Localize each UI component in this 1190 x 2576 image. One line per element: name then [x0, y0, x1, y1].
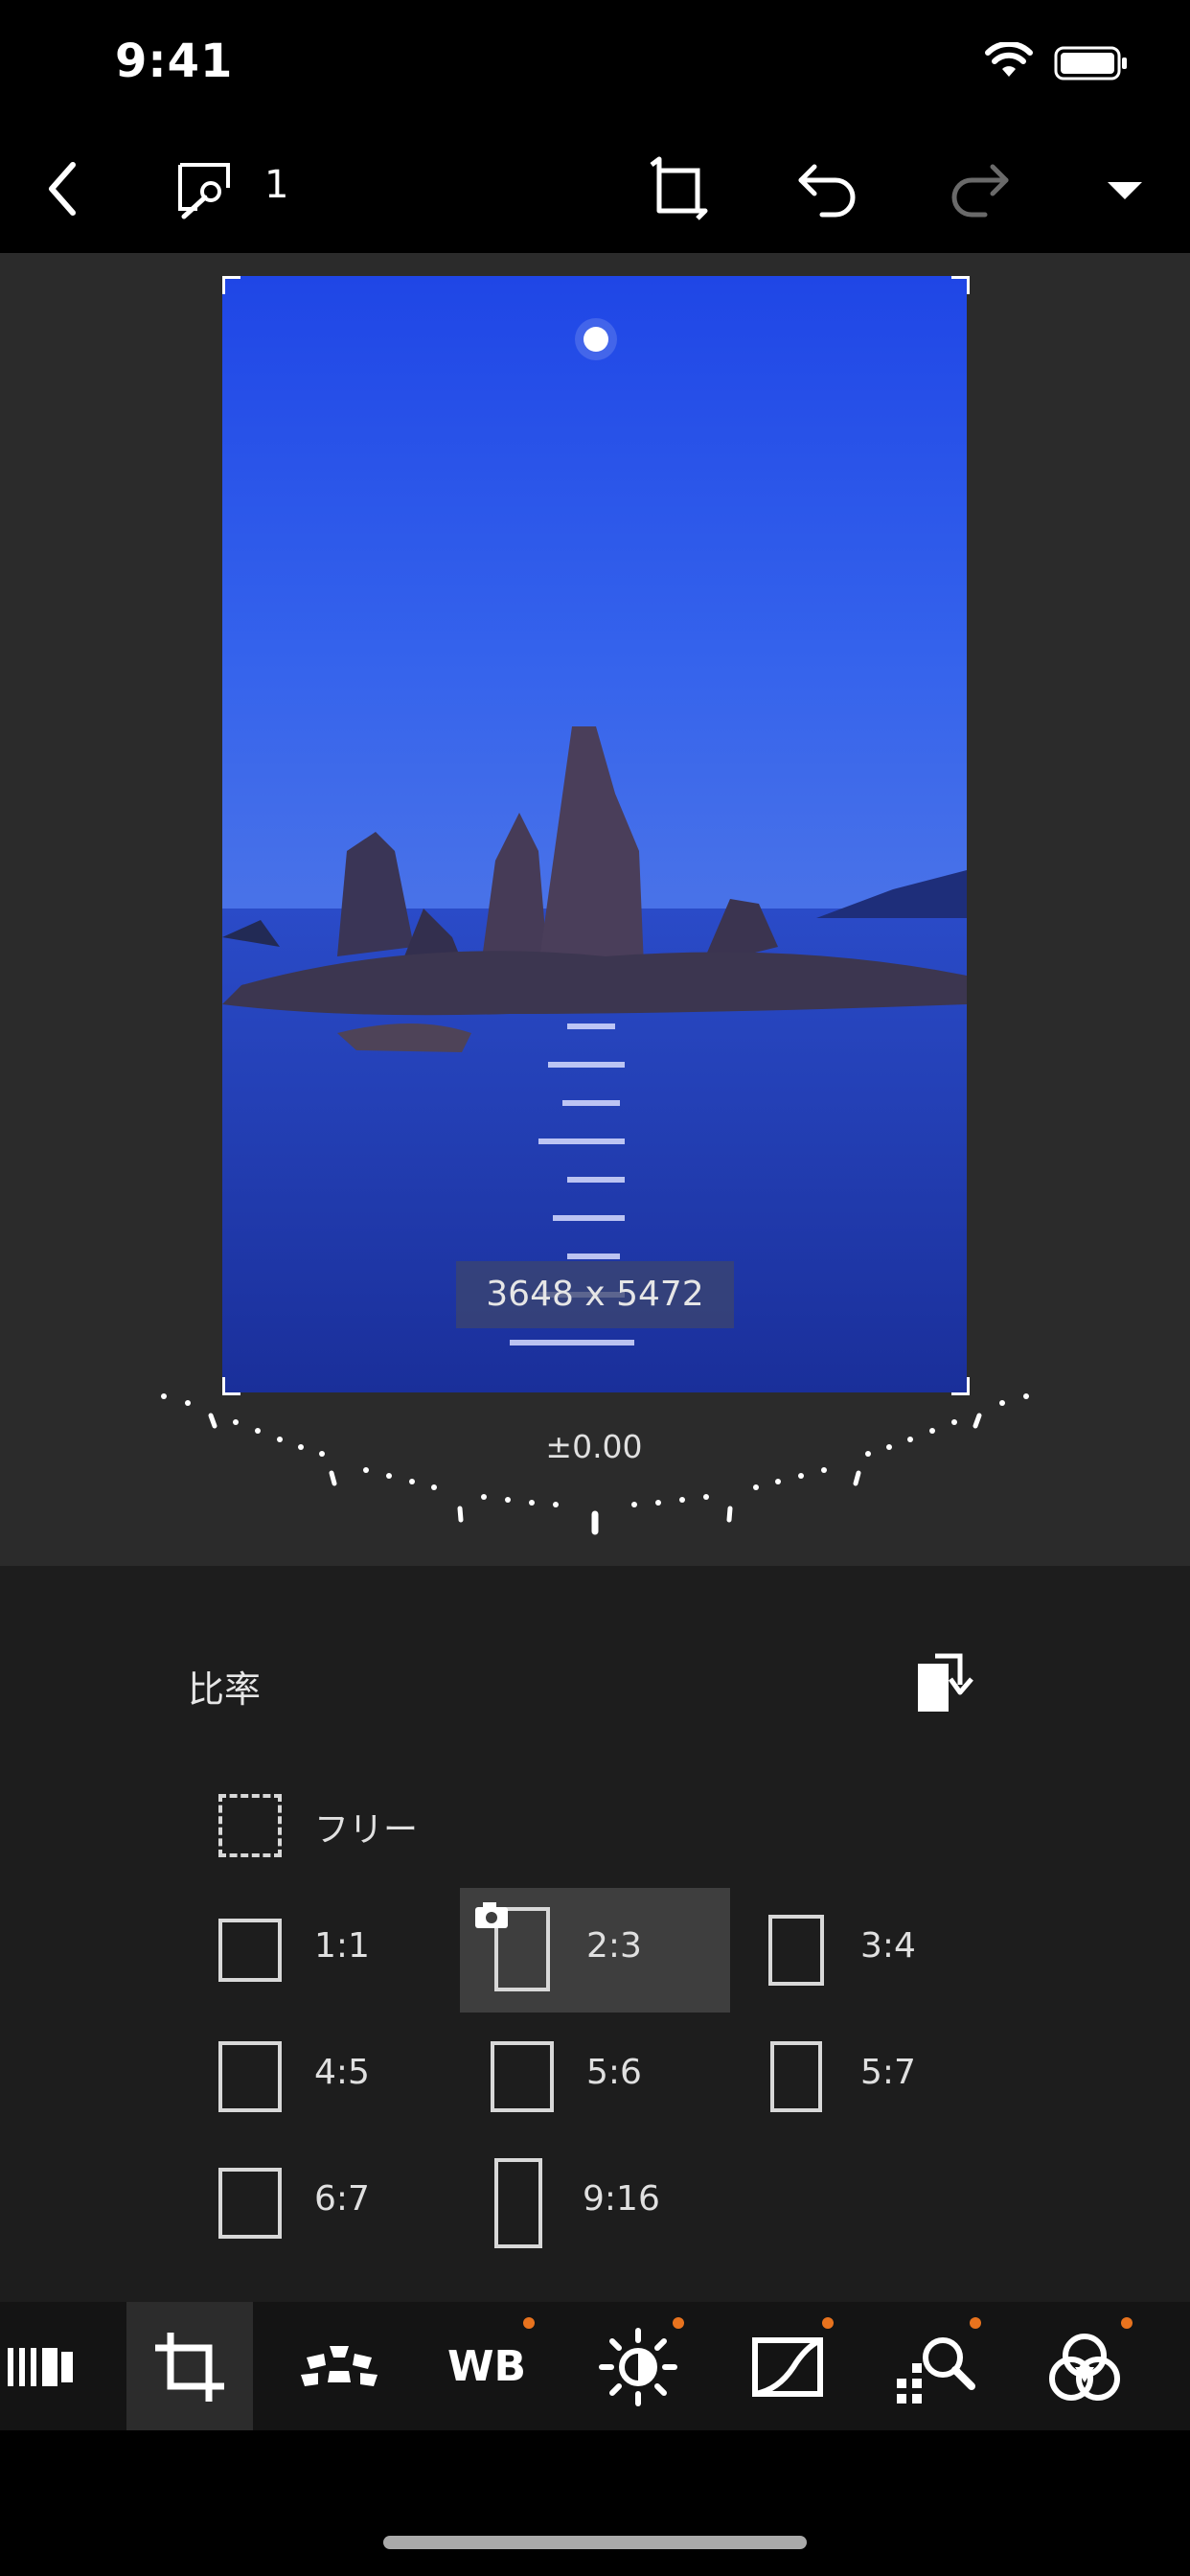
- detail-modified-dot: [970, 2317, 981, 2329]
- ratio-label: 6:7: [314, 2179, 370, 2219]
- crop-handle-top-right[interactable]: [951, 276, 970, 294]
- home-indicator[interactable]: [383, 2536, 807, 2549]
- ratio-6-7-icon: [218, 2168, 282, 2239]
- ratio-free[interactable]: フリー: [188, 1763, 437, 1888]
- bottom-safe-area: [0, 2430, 1190, 2576]
- photo-image: [222, 276, 967, 1392]
- tone-curve-modified-dot: [822, 2317, 834, 2329]
- crop-icon[interactable]: [142, 2319, 238, 2415]
- ratio-option-6-7[interactable]: 6:7: [188, 2141, 437, 2266]
- ratio-label: 2:3: [586, 1926, 642, 1966]
- ratio-option-1-1[interactable]: 1:1: [188, 1888, 437, 2012]
- status-time: 9:41: [115, 34, 234, 88]
- ratio-title: 比率: [188, 1668, 262, 1711]
- wb-modified-dot: [523, 2317, 535, 2329]
- brightness-modified-dot: [673, 2317, 684, 2329]
- lens-correction-icon[interactable]: [291, 2319, 387, 2415]
- ratio-5-7-icon: [770, 2041, 822, 2112]
- tone-curve-icon[interactable]: [740, 2319, 835, 2415]
- ratio-option-4-5[interactable]: 4:5: [188, 2014, 437, 2139]
- wifi-icon: [985, 42, 1033, 77]
- ratio-option-3-4[interactable]: 3:4: [734, 1888, 983, 2012]
- back-icon[interactable]: [38, 155, 86, 222]
- selection-tool-icon[interactable]: [174, 159, 241, 220]
- ratio-label: 4:5: [314, 2053, 370, 2092]
- crop-handle-top-left[interactable]: [222, 276, 240, 294]
- rotation-value: ±0.00: [545, 1428, 643, 1465]
- image-dimensions-label: 3648 x 5472: [456, 1261, 734, 1328]
- wb-icon[interactable]: WB: [439, 2319, 535, 2415]
- ratio-label: 5:7: [860, 2053, 916, 2092]
- photo-preview[interactable]: [222, 276, 967, 1392]
- ratio-option-2-3[interactable]: 2:3: [460, 1888, 730, 2012]
- color-modified-dot: [1121, 2317, 1133, 2329]
- ratio-label: 9:16: [583, 2179, 660, 2219]
- ratio-option-5-7[interactable]: 5:7: [734, 2014, 983, 2139]
- ratio-option-9-16[interactable]: 9:16: [460, 2141, 730, 2266]
- ratio-label: 5:6: [586, 2053, 642, 2092]
- crop-rotate-icon[interactable]: [642, 153, 715, 226]
- ratio-9-16-icon: [494, 2158, 542, 2248]
- presets-icon[interactable]: [0, 2319, 96, 2415]
- battery-icon: [1054, 46, 1127, 80]
- ratio-4-5-icon: [218, 2041, 282, 2112]
- undo-icon[interactable]: [793, 159, 862, 218]
- camera-icon: [475, 1902, 508, 1928]
- detail-icon[interactable]: [887, 2319, 983, 2415]
- ratio-3-4-icon: [768, 1915, 824, 1986]
- ratio-option-5-6[interactable]: 5:6: [460, 2014, 730, 2139]
- free-ratio-icon: [218, 1794, 282, 1857]
- rotation-dial[interactable]: [144, 1380, 1046, 1552]
- image-count: 1: [264, 163, 289, 207]
- ratio-label: 1:1: [314, 1926, 370, 1966]
- rotate-orientation-icon[interactable]: [912, 1652, 979, 1719]
- brightness-icon[interactable]: [590, 2319, 686, 2415]
- ratio-5-6-icon: [491, 2041, 554, 2112]
- redo-icon[interactable]: [945, 159, 1014, 218]
- dropdown-menu-icon[interactable]: [1106, 178, 1144, 201]
- ratio-1-1-icon: [218, 1919, 282, 1982]
- ratio-free-label: フリー: [314, 1810, 419, 1850]
- color-icon[interactable]: [1037, 2319, 1133, 2415]
- ratio-label: 3:4: [860, 1926, 916, 1966]
